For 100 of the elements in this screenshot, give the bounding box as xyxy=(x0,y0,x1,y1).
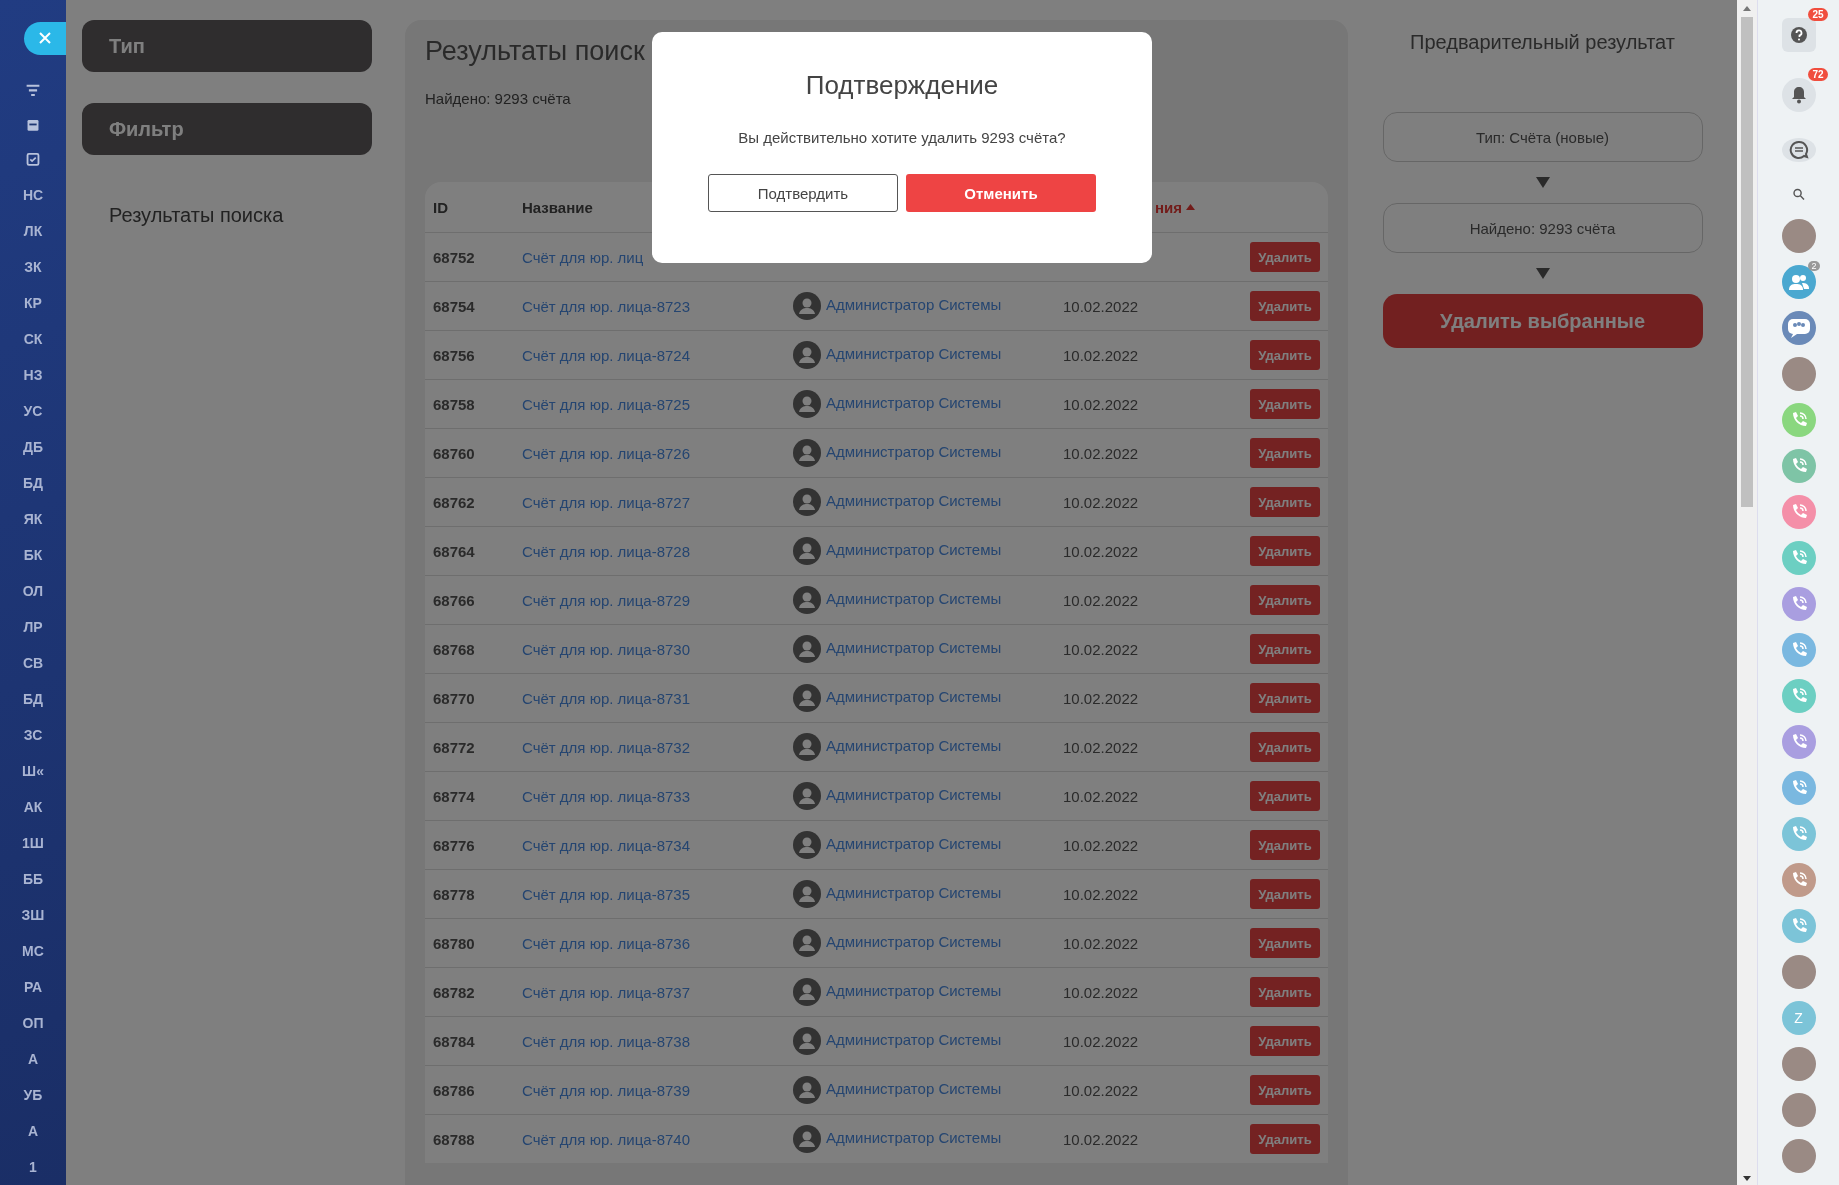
delete-button[interactable]: Удалить xyxy=(1250,1124,1320,1154)
chat-button[interactable] xyxy=(1781,138,1816,163)
phone-contact-button[interactable] xyxy=(1781,725,1816,759)
author-link[interactable]: Администратор Системы xyxy=(826,1030,1002,1048)
sidebar-item[interactable]: СК xyxy=(23,321,43,357)
phone-contact-button[interactable] xyxy=(1781,449,1816,483)
scroll-up-icon[interactable] xyxy=(1743,6,1751,11)
author-link[interactable]: Администратор Системы xyxy=(826,834,1002,852)
filter-button[interactable]: Тип xyxy=(82,20,372,72)
sidebar-item[interactable]: УС xyxy=(23,393,43,429)
invoice-link[interactable]: Счёт для юр. лица-8733 xyxy=(522,787,793,805)
sidebar-item[interactable]: 1Ш xyxy=(22,825,44,861)
sidebar-item[interactable]: БД xyxy=(22,465,43,501)
sidebar-item[interactable]: КР xyxy=(24,285,42,321)
delete-button[interactable]: Удалить xyxy=(1250,830,1320,860)
phone-contact-button[interactable] xyxy=(1781,679,1816,713)
contact-photo-placeholder[interactable] xyxy=(1781,1047,1816,1081)
phone-contact-button[interactable] xyxy=(1781,817,1816,851)
delete-button[interactable]: Удалить xyxy=(1250,781,1320,811)
sidebar-item[interactable]: ЯК xyxy=(23,501,43,537)
author-link[interactable]: Администратор Системы xyxy=(826,491,1002,509)
delete-selected-button[interactable]: Удалить выбранные xyxy=(1382,294,1703,348)
phone-contact-button[interactable] xyxy=(1781,863,1816,897)
cancel-button[interactable]: Отменить xyxy=(906,174,1096,212)
sidebar-item[interactable]: ББ xyxy=(22,861,44,897)
filter-icon[interactable] xyxy=(25,83,41,97)
delete-button[interactable]: Удалить xyxy=(1250,879,1320,909)
sidebar-item[interactable]: Ш« xyxy=(22,753,44,789)
sidebar-item[interactable]: ЛР xyxy=(23,609,43,645)
sidebar-item[interactable]: ЗК xyxy=(24,249,42,285)
invoice-link[interactable]: Счёт для юр. лица-8740 xyxy=(522,1130,793,1148)
scroll-thumb[interactable] xyxy=(1741,17,1753,507)
sidebar-item[interactable]: БК xyxy=(23,537,43,573)
filter-button[interactable]: Фильтр xyxy=(82,103,372,155)
delete-button[interactable]: Удалить xyxy=(1250,928,1320,958)
contact-avatar[interactable]: Z xyxy=(1781,1001,1816,1035)
delete-button[interactable]: Удалить xyxy=(1250,536,1320,566)
invoice-link[interactable]: Счёт для юр. лица-8737 xyxy=(522,983,793,1001)
sidebar-item[interactable]: РА xyxy=(23,969,43,1005)
invoice-link[interactable]: Счёт для юр. лица-8739 xyxy=(522,1081,793,1099)
sidebar-item[interactable]: ОЛ xyxy=(22,573,44,609)
sidebar-item[interactable]: НС xyxy=(22,177,44,213)
sidebar-item[interactable]: ДБ xyxy=(22,429,43,465)
checkbox-icon[interactable] xyxy=(26,153,40,166)
phone-contact-button[interactable] xyxy=(1781,495,1816,529)
invoice-link[interactable]: Счёт для юр. лица-8734 xyxy=(522,836,793,854)
scroll-down-icon[interactable] xyxy=(1743,1176,1751,1181)
author-link[interactable]: Администратор Системы xyxy=(826,883,1002,901)
invoice-link[interactable]: Счёт для юр. лица-8732 xyxy=(522,738,793,756)
sidebar-item[interactable]: МС xyxy=(22,933,44,969)
author-link[interactable]: Администратор Системы xyxy=(826,540,1002,558)
invoice-link[interactable]: Счёт для юр. лица-8725 xyxy=(522,395,793,413)
phone-contact-button[interactable] xyxy=(1781,633,1816,667)
delete-button[interactable]: Удалить xyxy=(1250,585,1320,615)
delete-button[interactable]: Удалить xyxy=(1250,487,1320,517)
scrollbar[interactable] xyxy=(1737,0,1757,1185)
author-link[interactable]: Администратор Системы xyxy=(826,393,1002,411)
confirm-button[interactable]: Подтвердить xyxy=(708,174,898,212)
sidebar-item[interactable]: СВ xyxy=(22,645,44,681)
author-link[interactable]: Администратор Системы xyxy=(826,981,1002,999)
contact-photo-placeholder[interactable] xyxy=(1781,357,1816,391)
sidebar-item[interactable]: АК xyxy=(23,789,43,825)
notifications-button[interactable] xyxy=(1781,78,1816,112)
sidebar-item[interactable]: ЗШ xyxy=(21,897,45,933)
sidebar-item[interactable]: БД xyxy=(22,681,43,717)
phone-contact-button[interactable] xyxy=(1781,771,1816,805)
delete-button[interactable]: Удалить xyxy=(1250,389,1320,419)
author-link[interactable]: Администратор Системы xyxy=(826,1079,1002,1097)
sidebar-item[interactable]: А xyxy=(27,1041,39,1077)
delete-button[interactable]: Удалить xyxy=(1250,1075,1320,1105)
sidebar-item[interactable]: А xyxy=(27,1113,39,1149)
invoice-link[interactable]: Счёт для юр. лица-8730 xyxy=(522,640,793,658)
sidebar-item[interactable]: ЗС xyxy=(23,717,43,753)
author-link[interactable]: Администратор Системы xyxy=(826,638,1002,656)
invoice-link[interactable]: Счёт для юр. лица-8729 xyxy=(522,591,793,609)
invoice-link[interactable]: Счёт для юр. лица-8735 xyxy=(522,885,793,903)
close-button[interactable] xyxy=(24,22,66,55)
column-header[interactable]: ID xyxy=(425,198,522,216)
invoice-link[interactable]: Счёт для юр. лица-8727 xyxy=(522,493,793,511)
invoice-link[interactable]: Счёт для юр. лица-8724 xyxy=(522,346,793,364)
delete-button[interactable]: Удалить xyxy=(1250,683,1320,713)
author-link[interactable]: Администратор Системы xyxy=(826,295,1002,313)
delete-button[interactable]: Удалить xyxy=(1250,634,1320,664)
sidebar-item[interactable]: ОП xyxy=(22,1005,44,1041)
phone-contact-button[interactable] xyxy=(1781,587,1816,621)
delete-button[interactable]: Удалить xyxy=(1250,977,1320,1007)
group-chat-button[interactable] xyxy=(1781,311,1816,345)
delete-button[interactable]: Удалить xyxy=(1250,242,1320,272)
phone-contact-button[interactable] xyxy=(1781,541,1816,575)
invoice-link[interactable]: Счёт для юр. лица-8736 xyxy=(522,934,793,952)
contact-photo-placeholder[interactable] xyxy=(1781,1139,1816,1173)
invoice-link[interactable]: Счёт для юр. лица-8738 xyxy=(522,1032,793,1050)
contact-photo-placeholder[interactable] xyxy=(1781,1093,1816,1127)
contact-photo-placeholder[interactable] xyxy=(1781,219,1816,253)
author-link[interactable]: Администратор Системы xyxy=(826,589,1002,607)
help-button[interactable] xyxy=(1781,18,1816,52)
calendar-icon[interactable] xyxy=(26,118,40,132)
author-link[interactable]: Администратор Системы xyxy=(826,344,1002,362)
invoice-link[interactable]: Счёт для юр. лица-8728 xyxy=(522,542,793,560)
delete-button[interactable]: Удалить xyxy=(1250,1026,1320,1056)
